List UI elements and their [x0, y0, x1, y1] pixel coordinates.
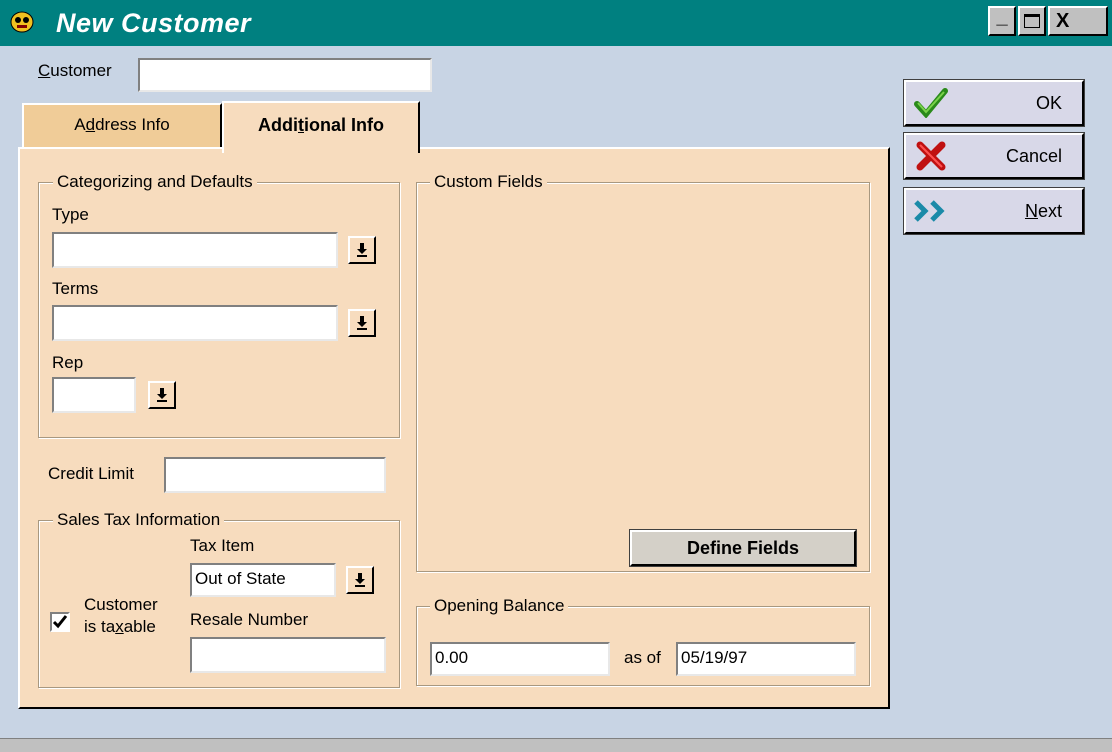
customer-input[interactable] — [138, 58, 432, 92]
opening-balance-date-input[interactable]: 05/19/97 — [676, 642, 856, 676]
tax-item-label: Tax Item — [190, 536, 255, 555]
maximize-icon — [1024, 14, 1040, 28]
next-button[interactable]: Next — [903, 187, 1085, 235]
rep-label: Rep — [52, 353, 84, 372]
dropdown-arrow-icon — [357, 316, 367, 330]
opening-balance-amount-input[interactable]: 0.00 — [430, 642, 610, 676]
resale-number-label: Resale Number — [190, 610, 309, 629]
credit-limit-input[interactable] — [164, 457, 386, 493]
tab-address-info[interactable]: Address Info — [22, 103, 222, 149]
rep-dropdown-button[interactable] — [148, 381, 176, 409]
minimize-button[interactable]: _ — [988, 6, 1016, 36]
taxable-checkbox[interactable] — [50, 612, 70, 632]
dropdown-arrow-icon — [157, 388, 167, 402]
red-x-icon — [906, 141, 956, 171]
maximize-button[interactable] — [1018, 6, 1046, 36]
close-icon: X — [1056, 10, 1070, 32]
terms-input[interactable] — [52, 305, 338, 341]
app-icon[interactable] — [8, 9, 36, 35]
as-of-label: as of — [624, 648, 661, 667]
status-bar — [0, 738, 1112, 752]
dropdown-arrow-icon — [355, 573, 365, 587]
double-chevron-right-icon — [906, 199, 956, 223]
sales-tax-title: Sales Tax Information — [53, 510, 225, 530]
checkmark-icon — [906, 88, 956, 118]
type-dropdown-button[interactable] — [348, 236, 376, 264]
ok-button[interactable]: OK — [903, 79, 1085, 127]
tax-item-input[interactable]: Out of State — [190, 563, 336, 597]
resale-number-input[interactable] — [190, 637, 386, 673]
checkmark-icon — [52, 615, 68, 629]
terms-label: Terms — [52, 279, 99, 298]
tax-item-dropdown-button[interactable] — [346, 566, 374, 594]
cancel-button[interactable]: Cancel — [903, 132, 1085, 180]
tab-additional-info[interactable]: Additional Info — [222, 101, 420, 153]
window-title: New Customer — [56, 8, 252, 38]
rep-input[interactable] — [52, 377, 136, 413]
define-fields-button[interactable]: Define Fields — [629, 529, 857, 567]
close-button[interactable]: X — [1048, 6, 1108, 36]
type-label: Type — [52, 205, 89, 224]
custom-fields-title: Custom Fields — [430, 172, 547, 192]
minimize-icon: _ — [996, 6, 1008, 28]
custom-fields-group — [416, 182, 870, 572]
terms-dropdown-button[interactable] — [348, 309, 376, 337]
type-input[interactable] — [52, 232, 338, 268]
categorizing-title: Categorizing and Defaults — [53, 172, 257, 192]
taxable-label: Customer is taxable — [84, 595, 158, 636]
customer-label: Customer — [38, 61, 112, 80]
credit-limit-label: Credit Limit — [48, 464, 134, 483]
dropdown-arrow-icon — [357, 243, 367, 257]
opening-balance-title: Opening Balance — [430, 596, 569, 616]
